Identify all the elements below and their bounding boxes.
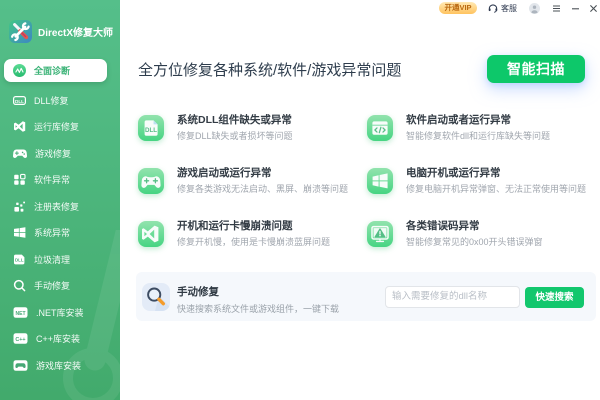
svg-text:DLL: DLL: [145, 127, 157, 134]
svg-text:C++: C++: [15, 337, 25, 343]
svg-text:NET: NET: [16, 310, 26, 316]
svg-text:DLL: DLL: [15, 257, 24, 262]
svg-text:DLL: DLL: [15, 99, 24, 104]
